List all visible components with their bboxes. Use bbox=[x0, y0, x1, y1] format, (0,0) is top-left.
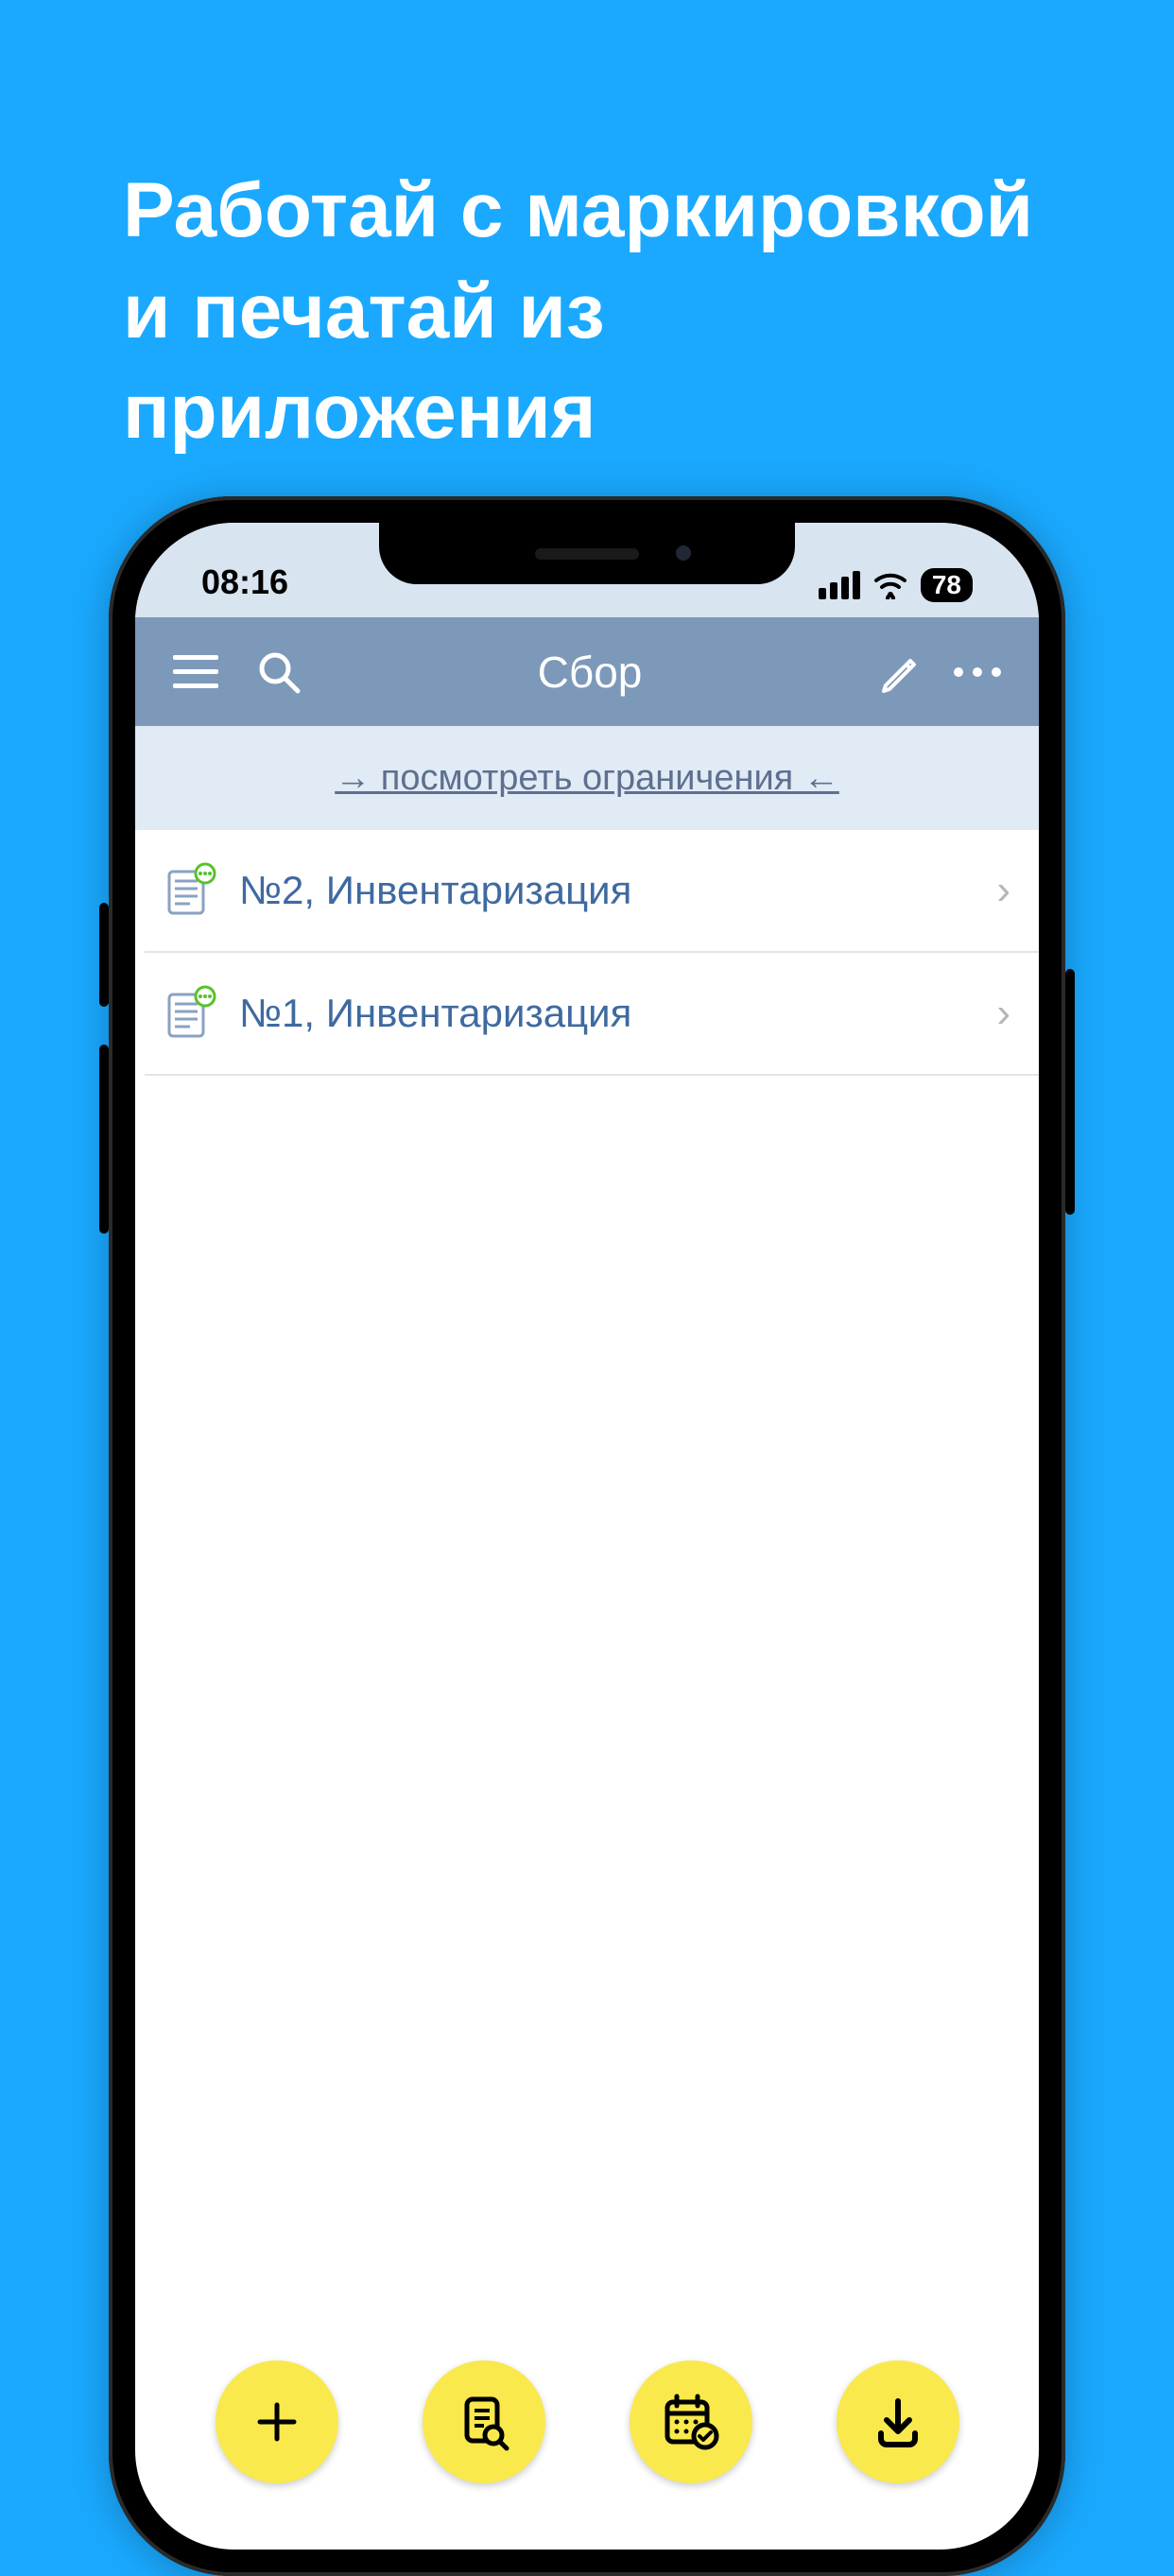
document-icon bbox=[162, 862, 218, 919]
list-item[interactable]: №2, Инвентаризация › bbox=[145, 830, 1039, 953]
document-search-icon bbox=[454, 2392, 514, 2452]
promo-headline: Работай с маркировкой и печатай из прило… bbox=[123, 161, 1051, 463]
wifi-icon bbox=[873, 571, 907, 599]
limitations-link[interactable]: → посмотреть ограничения ← bbox=[335, 758, 839, 799]
nav-bar: Сбор bbox=[135, 617, 1039, 726]
download-button[interactable] bbox=[837, 2360, 959, 2483]
download-icon bbox=[870, 2394, 926, 2450]
list-item-title: №1, Инвентаризация bbox=[239, 991, 996, 1036]
more-icon[interactable] bbox=[954, 667, 1001, 677]
phone-notch bbox=[379, 523, 795, 584]
menu-icon[interactable] bbox=[173, 655, 218, 688]
status-time: 08:16 bbox=[201, 562, 288, 602]
battery-badge: 78 bbox=[921, 568, 973, 602]
list-item[interactable]: №1, Инвентаризация › bbox=[145, 953, 1039, 1076]
chevron-right-icon: › bbox=[996, 867, 1010, 914]
search-docs-button[interactable] bbox=[423, 2360, 545, 2483]
phone-frame: 08:16 78 Сбор bbox=[109, 496, 1065, 2576]
pencil-icon[interactable] bbox=[878, 651, 920, 693]
calendar-check-icon bbox=[660, 2391, 722, 2453]
cellular-icon bbox=[819, 571, 860, 599]
schedule-button[interactable] bbox=[630, 2360, 752, 2483]
bottom-actions bbox=[135, 2360, 1039, 2483]
document-list: №2, Инвентаризация › bbox=[135, 830, 1039, 1076]
document-icon bbox=[162, 985, 218, 1042]
plus-icon bbox=[249, 2394, 305, 2450]
chevron-right-icon: › bbox=[996, 990, 1010, 1037]
page-title: Сбор bbox=[302, 647, 878, 698]
list-item-title: №2, Инвентаризация bbox=[239, 868, 996, 913]
search-icon[interactable] bbox=[256, 649, 302, 695]
add-button[interactable] bbox=[216, 2360, 338, 2483]
limitations-banner[interactable]: → посмотреть ограничения ← bbox=[135, 726, 1039, 830]
